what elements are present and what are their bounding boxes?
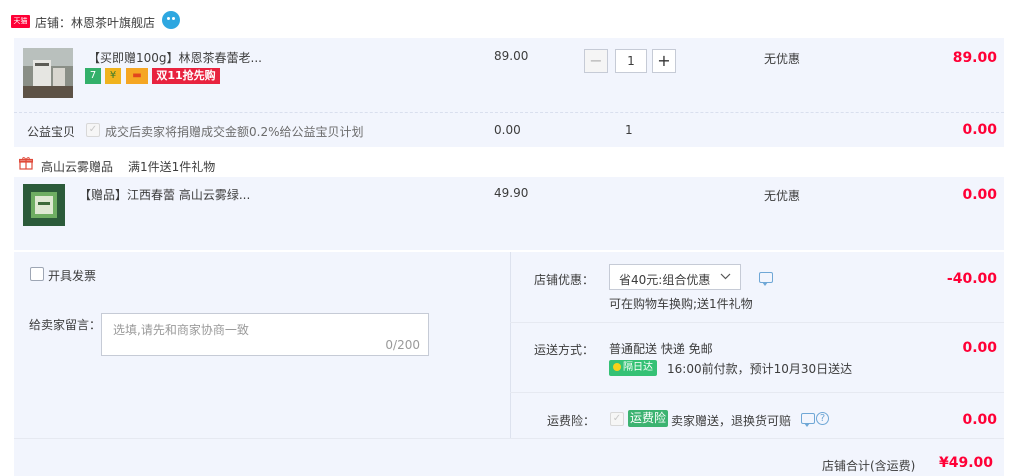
total-amount: ¥49.00 bbox=[939, 455, 994, 471]
item-subtotal: 89.00 bbox=[952, 50, 997, 66]
quantity-increase-button[interactable]: + bbox=[652, 49, 676, 73]
charity-subtotal: 0.00 bbox=[962, 122, 997, 138]
shop-discount-note: 可在购物车换购;送1件礼物 bbox=[609, 297, 753, 311]
seven-day-return-badge: 7 bbox=[85, 68, 101, 84]
double11-presale-badge: 双11抢先购 bbox=[152, 68, 220, 84]
card-badge: ▬ bbox=[126, 68, 148, 84]
message-counter: 0/200 bbox=[385, 338, 420, 352]
charity-text: 成交后卖家将捐赠成交金额0.2%给公益宝贝计划 bbox=[105, 125, 364, 139]
insurance-text: 卖家赠送，退换货可赔 bbox=[671, 414, 792, 428]
order-options-panel bbox=[14, 252, 1004, 476]
unit-price: 89.00 bbox=[494, 49, 529, 63]
gift-price: 49.90 bbox=[494, 186, 529, 200]
vertical-divider bbox=[510, 252, 511, 438]
tmall-logo: 天猫 bbox=[11, 15, 30, 28]
shop-discount-select[interactable]: 省40元:组合优惠 bbox=[609, 264, 741, 290]
charity-price: 0.00 bbox=[494, 123, 521, 137]
shop-discount-amount: -40.00 bbox=[946, 271, 997, 287]
insurance-chat-icon[interactable] bbox=[801, 413, 815, 427]
charity-label: 公益宝贝 bbox=[27, 125, 76, 139]
insurance-amount: 0.00 bbox=[962, 412, 997, 428]
product-thumbnail[interactable] bbox=[23, 48, 73, 98]
message-textarea[interactable]: 选填,请先和商家协商一致 0/200 bbox=[101, 313, 429, 356]
total-label: 店铺合计(含运费) bbox=[822, 459, 916, 473]
gift-group-title: 高山云雾赠品 bbox=[41, 160, 114, 174]
chevron-down-icon bbox=[720, 269, 731, 286]
charity-checkbox: ✓ bbox=[86, 123, 100, 137]
gift-subtotal: 0.00 bbox=[962, 187, 997, 203]
divider bbox=[510, 392, 1004, 393]
invoice-label[interactable]: 开具发票 bbox=[48, 267, 96, 284]
message-label: 给卖家留言： bbox=[29, 318, 102, 332]
divider bbox=[14, 438, 1004, 439]
shop-name[interactable]: 店铺：林恩茶叶旗舰店 bbox=[35, 14, 155, 31]
quantity-input[interactable]: 1 bbox=[615, 49, 647, 73]
coupon-badge: ¥ bbox=[105, 68, 121, 84]
item-discount: 无优惠 bbox=[764, 52, 801, 66]
help-icon[interactable]: ? bbox=[816, 412, 829, 425]
next-day-badge-text: 隔日达 bbox=[623, 362, 653, 373]
gift-thumbnail[interactable] bbox=[23, 184, 65, 226]
gift-title[interactable]: 【赠品】江西春蕾 高山云雾绿... bbox=[79, 186, 250, 203]
shop-discount-label: 店铺优惠： bbox=[534, 273, 595, 287]
invoice-checkbox[interactable] bbox=[30, 267, 44, 281]
shipping-label: 运送方式： bbox=[534, 343, 595, 357]
gift-group-rule: 满1件送1件礼物 bbox=[128, 160, 216, 174]
divider bbox=[14, 112, 1004, 113]
shipping-eta: 16:00前付款，预计10月30日送达 bbox=[667, 362, 853, 376]
shipping-amount: 0.00 bbox=[962, 340, 997, 356]
shop-header: 天猫 店铺：林恩茶叶旗舰店 bbox=[0, 0, 1011, 38]
product-title[interactable]: 【买即赠100g】林恩茶春蕾老... bbox=[88, 49, 262, 66]
lightning-icon bbox=[613, 363, 621, 371]
gift-icon bbox=[19, 156, 34, 170]
shipping-method: 普通配送 快递 免邮 bbox=[609, 342, 713, 356]
message-placeholder: 选填,请先和商家协商一致 bbox=[113, 323, 249, 337]
gift-discount: 无优惠 bbox=[764, 189, 801, 203]
wangwang-chat-icon[interactable] bbox=[162, 11, 180, 29]
insurance-checkbox: ✓ bbox=[610, 412, 624, 426]
discount-chat-icon[interactable] bbox=[759, 272, 773, 286]
shop-discount-selected: 省40元:组合优惠 bbox=[619, 273, 711, 287]
charity-quantity: 1 bbox=[625, 123, 633, 137]
next-day-badge: 隔日达 bbox=[609, 360, 657, 376]
quantity-decrease-button[interactable]: − bbox=[584, 49, 608, 73]
divider bbox=[510, 322, 1004, 323]
insurance-badge: 运费险 bbox=[628, 410, 668, 427]
insurance-label: 运费险： bbox=[547, 414, 596, 428]
order-confirm-page: 天猫 店铺：林恩茶叶旗舰店 【买即赠100g】林恩茶春蕾老... 7 ¥ ▬ 双… bbox=[0, 0, 1011, 476]
